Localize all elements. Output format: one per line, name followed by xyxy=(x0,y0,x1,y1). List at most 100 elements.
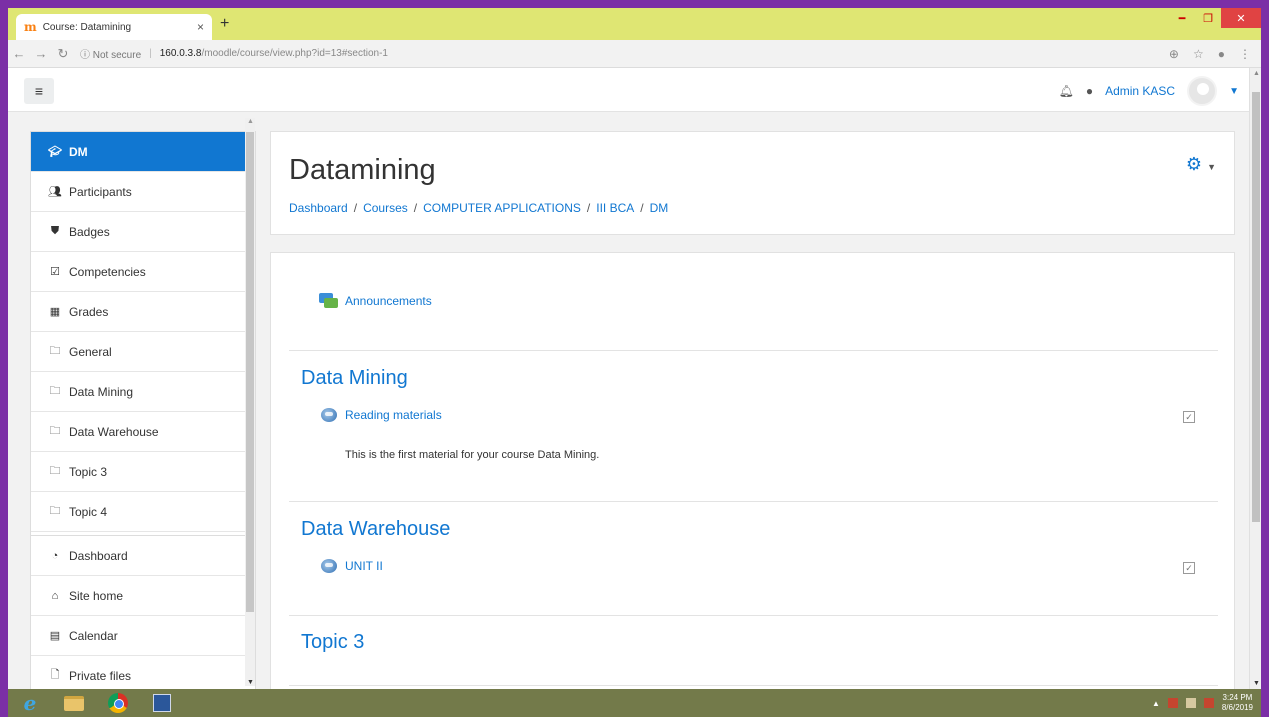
window-close-icon[interactable]: ✕ xyxy=(1221,8,1261,28)
breadcrumb-separator: / xyxy=(640,201,644,215)
address-bar-actions: ⊕ ☆ ● ⋮ xyxy=(1169,47,1251,61)
completion-checkbox[interactable]: ✓ xyxy=(1183,562,1195,574)
drawer-item-data-warehouse[interactable]: 🗀︎ Data Warehouse xyxy=(31,412,255,452)
drawer-item-label: Site home xyxy=(69,588,124,603)
taskbar-file-explorer[interactable] xyxy=(52,689,96,717)
activity-reading-materials[interactable]: Reading materials xyxy=(321,408,442,422)
url-field[interactable]: ⓘ Not secure | 160.0.3.8 /moodle/course/… xyxy=(80,46,388,61)
zoom-icon[interactable]: ⊕ xyxy=(1169,47,1179,61)
breadcrumb-separator: / xyxy=(586,201,591,215)
profile-icon[interactable]: ● xyxy=(1218,47,1225,61)
new-tab-button[interactable]: + xyxy=(220,15,229,33)
nav-drawer: 🎓︎ DM 👥︎ Participants ⛊ Badges ☑ Compete… xyxy=(30,131,256,689)
address-bar: ← → ↻ ⓘ Not secure | 160.0.3.8 /moodle/c… xyxy=(8,40,1261,68)
breadcrumb-dashboard[interactable]: Dashboard xyxy=(289,201,348,215)
breadcrumb-category[interactable]: COMPUTER APPLICATIONS xyxy=(423,201,581,215)
browser-window: m Course: Datamining × + ━ ❐ ✕ ← → ↻ ⓘ N… xyxy=(8,8,1261,689)
internet-explorer-icon: e xyxy=(23,691,37,715)
drawer-scroll-thumb[interactable] xyxy=(246,132,254,612)
section-divider xyxy=(289,685,1218,686)
avatar[interactable] xyxy=(1187,76,1218,106)
taskbar-chrome[interactable] xyxy=(96,689,140,717)
clock-time: 3:24 PM xyxy=(1222,693,1253,702)
page-header: Datamining Dashboard / Courses / COMPUTE… xyxy=(270,131,1235,235)
forum-icon xyxy=(319,293,339,309)
file-icon: 🗋︎ xyxy=(50,669,60,681)
activity-unit-ii[interactable]: UNIT II xyxy=(321,559,383,573)
bookmark-star-icon[interactable]: ☆ xyxy=(1193,47,1204,61)
checkbox-icon: ☑ xyxy=(50,266,60,278)
drawer-item-label: Private files xyxy=(69,668,132,683)
drawer-item-calendar[interactable]: ▤ Calendar xyxy=(31,616,255,656)
section-title-data-mining[interactable]: Data Mining xyxy=(301,367,408,390)
forward-icon[interactable]: → xyxy=(30,46,52,61)
moodle-favicon-icon: m xyxy=(24,20,37,34)
file-resource-icon xyxy=(321,559,337,573)
drawer-toggle-button[interactable]: ≡ xyxy=(24,78,54,104)
browser-tab[interactable]: m Course: Datamining × xyxy=(16,14,212,40)
page-scroll-thumb[interactable] xyxy=(1252,92,1260,522)
messages-icon[interactable]: ● xyxy=(1086,84,1093,98)
drawer-item-course[interactable]: 🎓︎ DM xyxy=(31,132,255,172)
taskbar-word[interactable] xyxy=(140,689,184,717)
drawer-item-label: Competencies xyxy=(69,264,146,279)
volume-icon[interactable] xyxy=(1203,698,1214,708)
drawer-item-site-home[interactable]: ⌂ Site home xyxy=(31,576,255,616)
folder-icon: 🗀︎ xyxy=(49,425,61,437)
section-title-topic-3[interactable]: Topic 3 xyxy=(301,631,364,654)
drawer-item-competencies[interactable]: ☑ Competencies xyxy=(31,252,255,292)
hamburger-icon: ≡ xyxy=(34,83,44,99)
shield-icon: ⛊ xyxy=(50,225,60,237)
menu-dots-icon[interactable]: ⋮ xyxy=(1239,47,1251,61)
scroll-down-icon[interactable]: ▼ xyxy=(1253,680,1260,687)
tray-expand-icon[interactable]: ▲ xyxy=(1152,699,1160,708)
drawer-item-topic-4[interactable]: 🗀︎ Topic 4 xyxy=(31,492,255,532)
word-icon xyxy=(153,694,171,712)
breadcrumb-courses[interactable]: Courses xyxy=(363,201,408,215)
page-scrollbar[interactable]: ▲ ▼ xyxy=(1249,68,1261,689)
flag-icon[interactable] xyxy=(1167,698,1178,708)
drawer-item-label: DM xyxy=(69,144,88,159)
maximize-icon[interactable]: ❐ xyxy=(1195,8,1221,28)
drawer-item-badges[interactable]: ⛊ Badges xyxy=(31,212,255,252)
user-menu-area: 🔔︎ ● Admin KASC ▼ xyxy=(1059,76,1239,106)
course-settings-button[interactable]: ⚙ ▼ xyxy=(1186,154,1216,175)
announcements-link[interactable]: Announcements xyxy=(319,293,432,309)
network-icon[interactable] xyxy=(1185,698,1196,708)
drawer-item-dashboard[interactable]: ◔ Dashboard xyxy=(31,536,255,576)
drawer-item-label: Topic 4 xyxy=(69,504,108,519)
drawer-scrollbar[interactable]: ▲ ▼ xyxy=(245,118,255,686)
drawer-item-data-mining[interactable]: 🗀︎ Data Mining xyxy=(31,372,255,412)
gear-icon: ⚙ xyxy=(1185,154,1203,174)
drawer-item-label: Calendar xyxy=(69,628,118,643)
breadcrumb-course[interactable]: DM xyxy=(650,201,669,215)
taskbar-internet-explorer[interactable]: e xyxy=(8,689,52,717)
chevron-down-icon[interactable]: ▼ xyxy=(1229,86,1239,97)
scroll-up-icon[interactable]: ▲ xyxy=(247,118,254,125)
security-indicator[interactable]: ⓘ Not secure xyxy=(80,46,141,61)
announcements-label: Announcements xyxy=(345,294,432,308)
back-icon[interactable]: ← xyxy=(8,46,30,61)
scroll-up-icon[interactable]: ▲ xyxy=(1253,70,1260,77)
section-divider xyxy=(289,501,1218,502)
reload-icon[interactable]: ↻ xyxy=(52,46,74,62)
user-name[interactable]: Admin KASC xyxy=(1105,84,1175,98)
breadcrumb-subcategory[interactable]: III BCA xyxy=(596,201,634,215)
drawer-item-grades[interactable]: ▦ Grades xyxy=(31,292,255,332)
clock[interactable]: 3:24 PM 8/6/2019 xyxy=(1222,693,1253,713)
completion-checkbox[interactable]: ✓ xyxy=(1183,411,1195,423)
drawer-item-general[interactable]: 🗀︎ General xyxy=(31,332,255,372)
drawer-item-topic-3[interactable]: 🗀︎ Topic 3 xyxy=(31,452,255,492)
drawer-item-private-files[interactable]: 🗋︎ Private files xyxy=(31,656,255,689)
folder-icon xyxy=(64,695,84,711)
url-host: 160.0.3.8 xyxy=(159,48,202,59)
drawer-item-label: General xyxy=(69,344,112,359)
section-title-data-warehouse[interactable]: Data Warehouse xyxy=(301,518,450,541)
scroll-down-icon[interactable]: ▼ xyxy=(247,679,254,686)
drawer-item-participants[interactable]: 👥︎ Participants xyxy=(31,172,255,212)
home-icon: ⌂ xyxy=(51,589,59,602)
tab-close-icon[interactable]: × xyxy=(197,20,204,34)
minimize-icon[interactable]: ━ xyxy=(1169,8,1195,28)
notification-bell-icon[interactable]: 🔔︎ xyxy=(1059,84,1074,98)
drawer-item-label: Data Mining xyxy=(69,384,134,399)
